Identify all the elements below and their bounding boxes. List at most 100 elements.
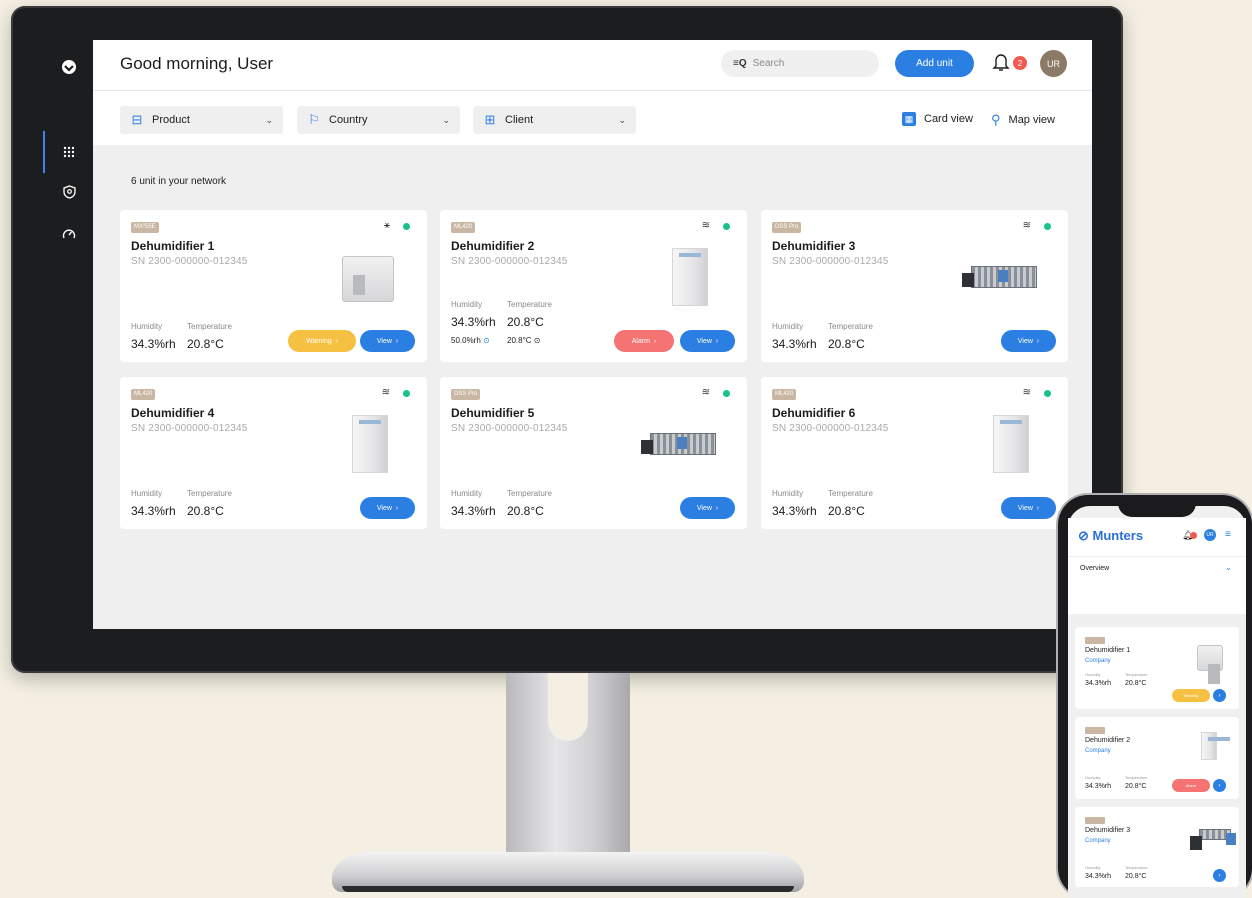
unit-title: Dehumidifier 1 <box>1085 647 1131 654</box>
search-input[interactable]: ≡Q Search <box>721 50 879 77</box>
temperature-value: 20.8°C <box>1125 873 1147 880</box>
view-button[interactable]: View › <box>360 497 415 519</box>
product-filter[interactable]: ⊟ Product ⌄ <box>120 106 283 134</box>
unit-image <box>1190 829 1236 850</box>
unit-image <box>1197 645 1223 684</box>
serial-number: SN 2300-000000-012345 <box>772 423 889 434</box>
temperature-setpoint: 20.8°C ⊙ <box>507 336 540 345</box>
country-filter[interactable]: ⚐ Country ⌄ <box>297 106 460 134</box>
temperature-label: Temperature <box>507 300 552 309</box>
view-button-label: View <box>1017 504 1033 512</box>
bell-icon[interactable] <box>992 52 1010 72</box>
avatar[interactable]: UR <box>1204 529 1216 541</box>
humidity-value: 34.3%rh <box>131 337 176 351</box>
sidebar <box>44 40 93 629</box>
search-icon: ≡Q <box>733 58 747 69</box>
model-tag: DSS Pro <box>772 222 802 233</box>
warning-button[interactable]: Warning <box>1172 689 1210 702</box>
alarm-button-label: Alarm <box>631 337 651 345</box>
humidity-label: Humidity <box>1085 775 1101 780</box>
view-button-label: View <box>696 337 712 345</box>
unit-image <box>342 256 394 302</box>
view-button[interactable]: View › <box>360 330 415 352</box>
view-button[interactable]: › <box>1213 689 1226 702</box>
phone-brand-logo[interactable]: ⊘ Munters <box>1078 528 1143 544</box>
unit-image <box>672 248 708 306</box>
humidity-value: 34.3%rh <box>451 315 496 329</box>
temperature-label: Temperature <box>187 322 232 331</box>
serial-number: SN 2300-000000-012345 <box>131 423 248 434</box>
model-tag: MX²55E <box>131 222 159 233</box>
unit-title: Dehumidifier 4 <box>131 406 215 420</box>
map-view-toggle[interactable]: ⚲ Map view <box>991 112 1055 128</box>
unit-card: ML420 Dehumidifier 2 SN 2300-000000-0123… <box>440 210 747 362</box>
humidity-value: 34.3%rh <box>1085 873 1112 880</box>
unit-title: Dehumidifier 2 <box>1085 737 1131 744</box>
avatar[interactable]: UR <box>1040 50 1067 77</box>
temperature-label: Temperature <box>1125 775 1148 780</box>
phone-notch <box>1118 495 1196 517</box>
unit-card: MX²55E Dehumidifier 1 SN 2300-000000-012… <box>120 210 427 362</box>
alarm-button[interactable]: Alarm <box>1172 779 1210 792</box>
humidity-label: Humidity <box>772 489 804 498</box>
temperature-label: Temperature <box>507 489 552 498</box>
card-view-toggle[interactable]: ▦ Card view <box>902 112 973 126</box>
alarm-button[interactable]: Alarm › <box>614 330 674 352</box>
humidity-setpoint-value: 50.0%rh <box>451 336 481 345</box>
phone-unit-card: Dehumidifier 2 Company Humidity Temperat… <box>1075 717 1239 799</box>
online-status-dot <box>403 223 410 230</box>
grid-icon[interactable] <box>60 143 78 161</box>
add-unit-button[interactable]: Add unit <box>895 50 974 77</box>
signal-icon: ≋ <box>381 387 390 398</box>
humidity-label: Humidity <box>772 322 804 331</box>
view-button[interactable]: View › <box>680 497 735 519</box>
filter-bar: ⊟ Product ⌄ ⚐ Country ⌄ ⊞ Client ⌄ ▦ Car… <box>93 91 1092 145</box>
client-filter[interactable]: ⊞ Client ⌄ <box>473 106 636 134</box>
overview-label: Overview <box>1080 565 1110 572</box>
signal-icon: ≋ <box>701 387 710 398</box>
temperature-label: Temperature <box>828 322 873 331</box>
chevron-down-icon[interactable]: ⌄ <box>1225 563 1232 572</box>
serial-number: SN 2300-000000-012345 <box>451 256 568 267</box>
humidity-label: Humidity <box>451 489 483 498</box>
view-button[interactable]: › <box>1213 779 1226 792</box>
temperature-label: Temperature <box>1125 672 1148 677</box>
serial-number: SN 2300-000000-012345 <box>772 256 889 267</box>
unit-image <box>962 266 1037 288</box>
view-button[interactable]: View › <box>1001 497 1056 519</box>
unit-card: ML420 Dehumidifier 4 SN 2300-000000-0123… <box>120 377 427 529</box>
temperature-value: 20.8°C <box>507 315 544 329</box>
humidity-value: 34.3%rh <box>1085 783 1112 790</box>
warning-button[interactable]: Warning › <box>288 330 356 352</box>
unit-image <box>641 433 716 455</box>
search-placeholder: Search <box>752 58 785 69</box>
warning-button-label: Warning <box>1183 693 1199 698</box>
temperature-value: 20.8°C <box>1125 783 1147 790</box>
greeting: Good morning, User <box>120 54 274 73</box>
signal-icon: ≋ <box>701 220 710 231</box>
company-label: Company <box>1085 658 1111 664</box>
unit-title: Dehumidifier 6 <box>772 406 856 420</box>
view-button[interactable]: › <box>1213 869 1226 882</box>
model-tag: DSS Pro <box>451 389 481 400</box>
gauge-icon[interactable] <box>60 225 78 243</box>
munters-logo-icon[interactable] <box>60 58 78 76</box>
unit-card: ML420 Dehumidifier 6 SN 2300-000000-0123… <box>761 377 1068 529</box>
view-button[interactable]: View › <box>680 330 735 352</box>
humidity-label: Humidity <box>131 322 163 331</box>
map-pin-icon: ⚲ <box>991 112 1001 127</box>
view-button-label: View <box>376 337 392 345</box>
temperature-value: 20.8°C <box>828 337 865 351</box>
humidity-value: 34.3%rh <box>1085 680 1112 687</box>
notification-badge: 2 <box>1013 56 1027 70</box>
shield-icon[interactable] <box>60 183 78 201</box>
online-status-dot <box>1044 223 1051 230</box>
company-label: Company <box>1085 838 1111 844</box>
country-filter-label: Country <box>329 114 368 126</box>
unit-image <box>1201 732 1230 760</box>
menu-icon[interactable]: ≡ <box>1225 529 1231 540</box>
humidity-value: 34.3%rh <box>772 504 817 518</box>
phone-unit-card: Dehumidifier 1 Company Humidity Temperat… <box>1075 627 1239 709</box>
signal-icon: ≋ <box>1022 387 1031 398</box>
view-button[interactable]: View › <box>1001 330 1056 352</box>
